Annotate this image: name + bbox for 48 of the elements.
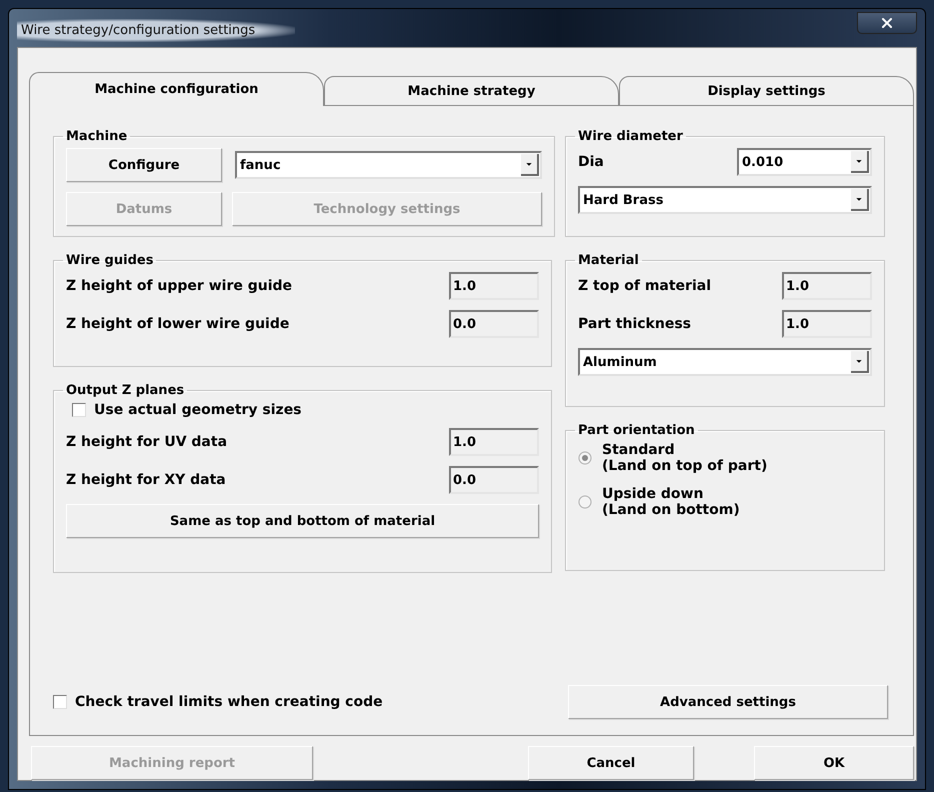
group-title: Material [577,253,640,268]
field-label: Part thickness [578,316,691,332]
caret-icon [851,351,869,373]
same-as-material-button[interactable]: Same as top and bottom of material [66,504,539,538]
material-dropdown[interactable]: Aluminum [578,348,872,376]
group-title: Wire guides [65,253,154,268]
field-label: Z height of upper wire guide [66,278,292,294]
caret-icon [521,154,539,176]
window-title: Wire strategy/configuration settings [17,18,296,42]
radio-label: Upside down [602,486,704,502]
field-label: Z top of material [578,278,711,294]
footer-button[interactable]: OK [754,746,914,780]
radio-button[interactable] [578,451,592,465]
radio-label: Standard [602,442,676,458]
close-icon [879,15,895,31]
radio-button[interactable] [578,495,592,509]
input-field[interactable]: 1.0 [782,310,872,338]
input-field[interactable]: 1.0 [449,428,539,456]
checkbox[interactable] [72,403,86,417]
field-label: Z height of lower wire guide [66,316,290,332]
wire-type-dropdown[interactable]: Hard Brass [578,186,872,214]
caret-icon [851,151,869,173]
advanced-settings-button[interactable]: Advanced settings [568,685,888,719]
checkbox[interactable] [53,695,67,709]
input-field[interactable]: 1.0 [782,272,872,300]
footer-button[interactable]: Cancel [528,746,694,780]
input-field[interactable]: 0.0 [449,466,539,494]
field-label: Dia [578,154,604,170]
group-title: Output Z planes [65,383,186,398]
field-label: Z height for XY data [66,472,226,488]
close-button[interactable] [857,12,917,34]
tab[interactable]: Display settings [619,76,914,106]
group-title: Part orientation [577,423,696,438]
diameter-dropdown[interactable]: 0.010 [737,148,872,176]
radio-sublabel: (Land on bottom) [602,502,740,518]
configure-button[interactable]: Configure [66,148,222,182]
input-field[interactable]: 1.0 [449,272,539,300]
checkbox-label: Check travel limits when creating code [75,694,383,710]
checkbox-label: Use actual geometry sizes [94,402,302,418]
tab[interactable]: Machine strategy [324,76,619,106]
input-field[interactable]: 0.0 [449,310,539,338]
group-title: Wire diameter [577,129,684,144]
group-title: Machine [65,129,128,144]
radio-sublabel: (Land on top of part) [602,458,768,474]
tab[interactable]: Machine configuration [29,72,324,106]
field-label: Z height for UV data [66,434,228,450]
machine-dropdown[interactable]: fanuc [235,151,542,179]
caret-icon [851,189,869,211]
